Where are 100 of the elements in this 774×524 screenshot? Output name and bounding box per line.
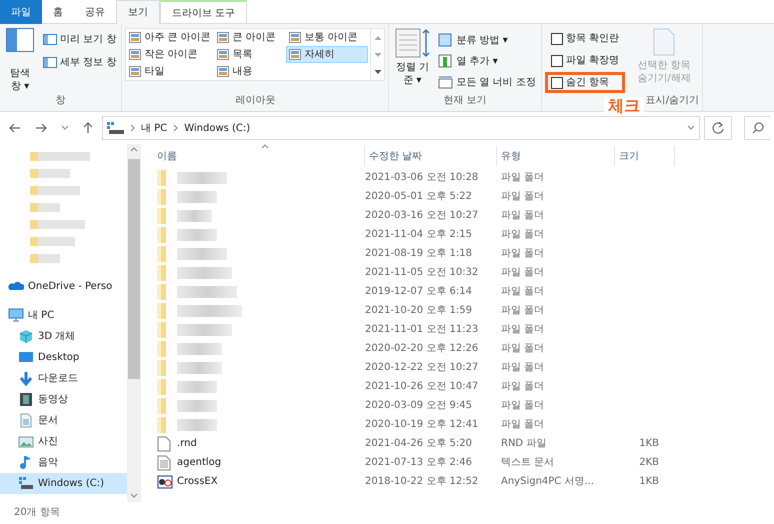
sidebar-item[interactable]: 음악: [0, 452, 127, 473]
sort-caret-icon: [261, 144, 269, 150]
view-option[interactable]: 열 추가 ▾: [436, 53, 538, 69]
view-option[interactable]: 모든 열 너비 조정: [436, 74, 538, 90]
ribbon-tab[interactable]: 파일: [0, 0, 42, 24]
table-cell: 2020-03-09 오전 9:45: [365, 399, 472, 412]
search-field[interactable]: [744, 116, 770, 140]
drive-icon: [18, 476, 34, 491]
scroll-down-icon[interactable]: [130, 493, 138, 499]
blurred-text: [30, 220, 85, 229]
layout-option[interactable]: 내용: [214, 63, 286, 80]
checkbox[interactable]: [550, 54, 563, 66]
column-header[interactable]: 유형: [497, 146, 615, 166]
blurred-text: [177, 342, 222, 354]
refresh-button[interactable]: [704, 116, 732, 140]
sort-button[interactable]: 정렬 기준 ▾: [392, 28, 432, 94]
folder-icon: [157, 284, 166, 300]
view-option[interactable]: 분류 방법 ▾: [436, 32, 538, 48]
address-field[interactable]: 내 PC Windows (C:): [102, 116, 700, 140]
file-name: agentlog: [177, 456, 222, 469]
sidebar-item[interactable]: Desktop: [0, 347, 127, 368]
expand-icon[interactable]: [374, 68, 382, 74]
checkbox[interactable]: [550, 76, 563, 88]
table-cell: 2021-10-26 오전 10:47: [365, 380, 478, 393]
sidebar-item[interactable]: 3D 개체: [0, 326, 127, 347]
column-header[interactable]: 수정한 날짜: [365, 146, 497, 166]
blurred-text: [177, 172, 227, 184]
ribbon-tab[interactable]: 공유: [74, 0, 116, 24]
folder-icon: [157, 340, 166, 356]
pane-option[interactable]: 세부 정보 창: [41, 55, 118, 70]
blurred-text: [177, 362, 222, 374]
document-icon: [653, 28, 676, 56]
checkbox-option[interactable]: 항목 확인란: [544, 28, 626, 49]
table-cell: 2020-12-22 오전 10:27: [365, 361, 478, 374]
folder-icon: [157, 208, 166, 224]
table-cell: RND 파일: [501, 437, 546, 450]
document-icon: [18, 413, 34, 428]
layout-option[interactable]: 아주 큰 아이콘: [126, 29, 214, 46]
blurred-text: [177, 266, 232, 278]
sidebar-item[interactable]: 다운로드: [0, 368, 127, 389]
table-cell: 파일 폴더: [501, 399, 544, 412]
scroll-up-icon[interactable]: [130, 147, 138, 153]
layout-option[interactable]: 보통 아이콘: [286, 29, 368, 46]
path-segment[interactable]: Windows (C:): [184, 122, 250, 134]
sidebar-item[interactable]: OneDrive - Perso: [0, 276, 127, 297]
chevron-icon: [130, 124, 135, 132]
back-arrow-icon: [9, 123, 21, 133]
table-cell: 1KB: [639, 437, 659, 450]
navigation-pane-button[interactable]: 탐색 창 ▾: [3, 28, 37, 94]
pane-icon: [43, 57, 57, 68]
sidebar-item[interactable]: 문서: [0, 410, 127, 431]
sidebar-item[interactable]: 내 PC: [0, 305, 127, 326]
sidebar-item[interactable]: 사진: [0, 431, 127, 452]
pane-icon: [43, 34, 57, 45]
layout-option[interactable]: 목록: [214, 46, 286, 63]
layout-option[interactable]: 큰 아이콘: [214, 29, 286, 46]
scroll-thumb[interactable]: [128, 159, 140, 379]
table-cell: 2KB: [639, 456, 659, 469]
table-cell: 2021-10-20 오후 1:59: [365, 304, 472, 317]
ribbon-tab[interactable]: 보기: [116, 0, 160, 24]
folder-icon: [157, 246, 166, 262]
path-segment[interactable]: 내 PC: [141, 122, 168, 134]
view-icon: [129, 49, 142, 60]
table-cell: 파일 폴더: [501, 380, 544, 393]
table-cell: 파일 폴더: [501, 418, 544, 431]
group-label: 현재 보기: [444, 94, 487, 108]
table-cell: 파일 폴더: [501, 342, 544, 355]
table-cell: 2021-11-01 오전 11:23: [365, 323, 478, 336]
checkbox[interactable]: [550, 32, 563, 44]
folder-icon: [157, 226, 166, 242]
blurred-text: [177, 400, 217, 412]
checkbox-option[interactable]: 숨긴 항목: [544, 72, 626, 93]
application-icon: [157, 474, 173, 490]
layout-option[interactable]: 작은 아이콘: [126, 46, 214, 63]
folder-icon: [157, 170, 166, 186]
column-width-icon: [438, 75, 454, 89]
blurred-text: [177, 248, 227, 260]
blurred-text: [30, 169, 70, 178]
table-cell: 2021-11-04 오후 2:15: [365, 228, 472, 241]
blurred-text: [30, 237, 75, 246]
sidebar-item[interactable]: Windows (C:): [0, 473, 127, 494]
sidebar-item[interactable]: 동영상: [0, 389, 127, 410]
checkbox-option[interactable]: 파일 확장명: [544, 50, 626, 71]
folder-icon: [157, 264, 166, 280]
blurred-text: [177, 228, 217, 240]
pane-icon: [6, 28, 34, 52]
layout-option[interactable]: 자세히: [286, 46, 368, 63]
column-header[interactable]: 이름: [153, 146, 365, 166]
table-cell: 2020-03-16 오전 10:27: [365, 209, 478, 222]
blurred-text: [30, 203, 60, 212]
search-icon: [752, 122, 764, 134]
text-file-icon: [157, 454, 173, 470]
dropdown-icon[interactable]: [687, 125, 695, 131]
table-cell: 1KB: [639, 475, 659, 488]
ribbon-tab[interactable]: 홈: [42, 0, 74, 24]
table-cell: 파일 폴더: [501, 209, 544, 222]
layout-option[interactable]: 타일: [126, 63, 214, 80]
folder-icon: [157, 188, 166, 204]
column-header[interactable]: 크기: [615, 146, 675, 166]
pane-option[interactable]: 미리 보기 창: [41, 32, 118, 47]
